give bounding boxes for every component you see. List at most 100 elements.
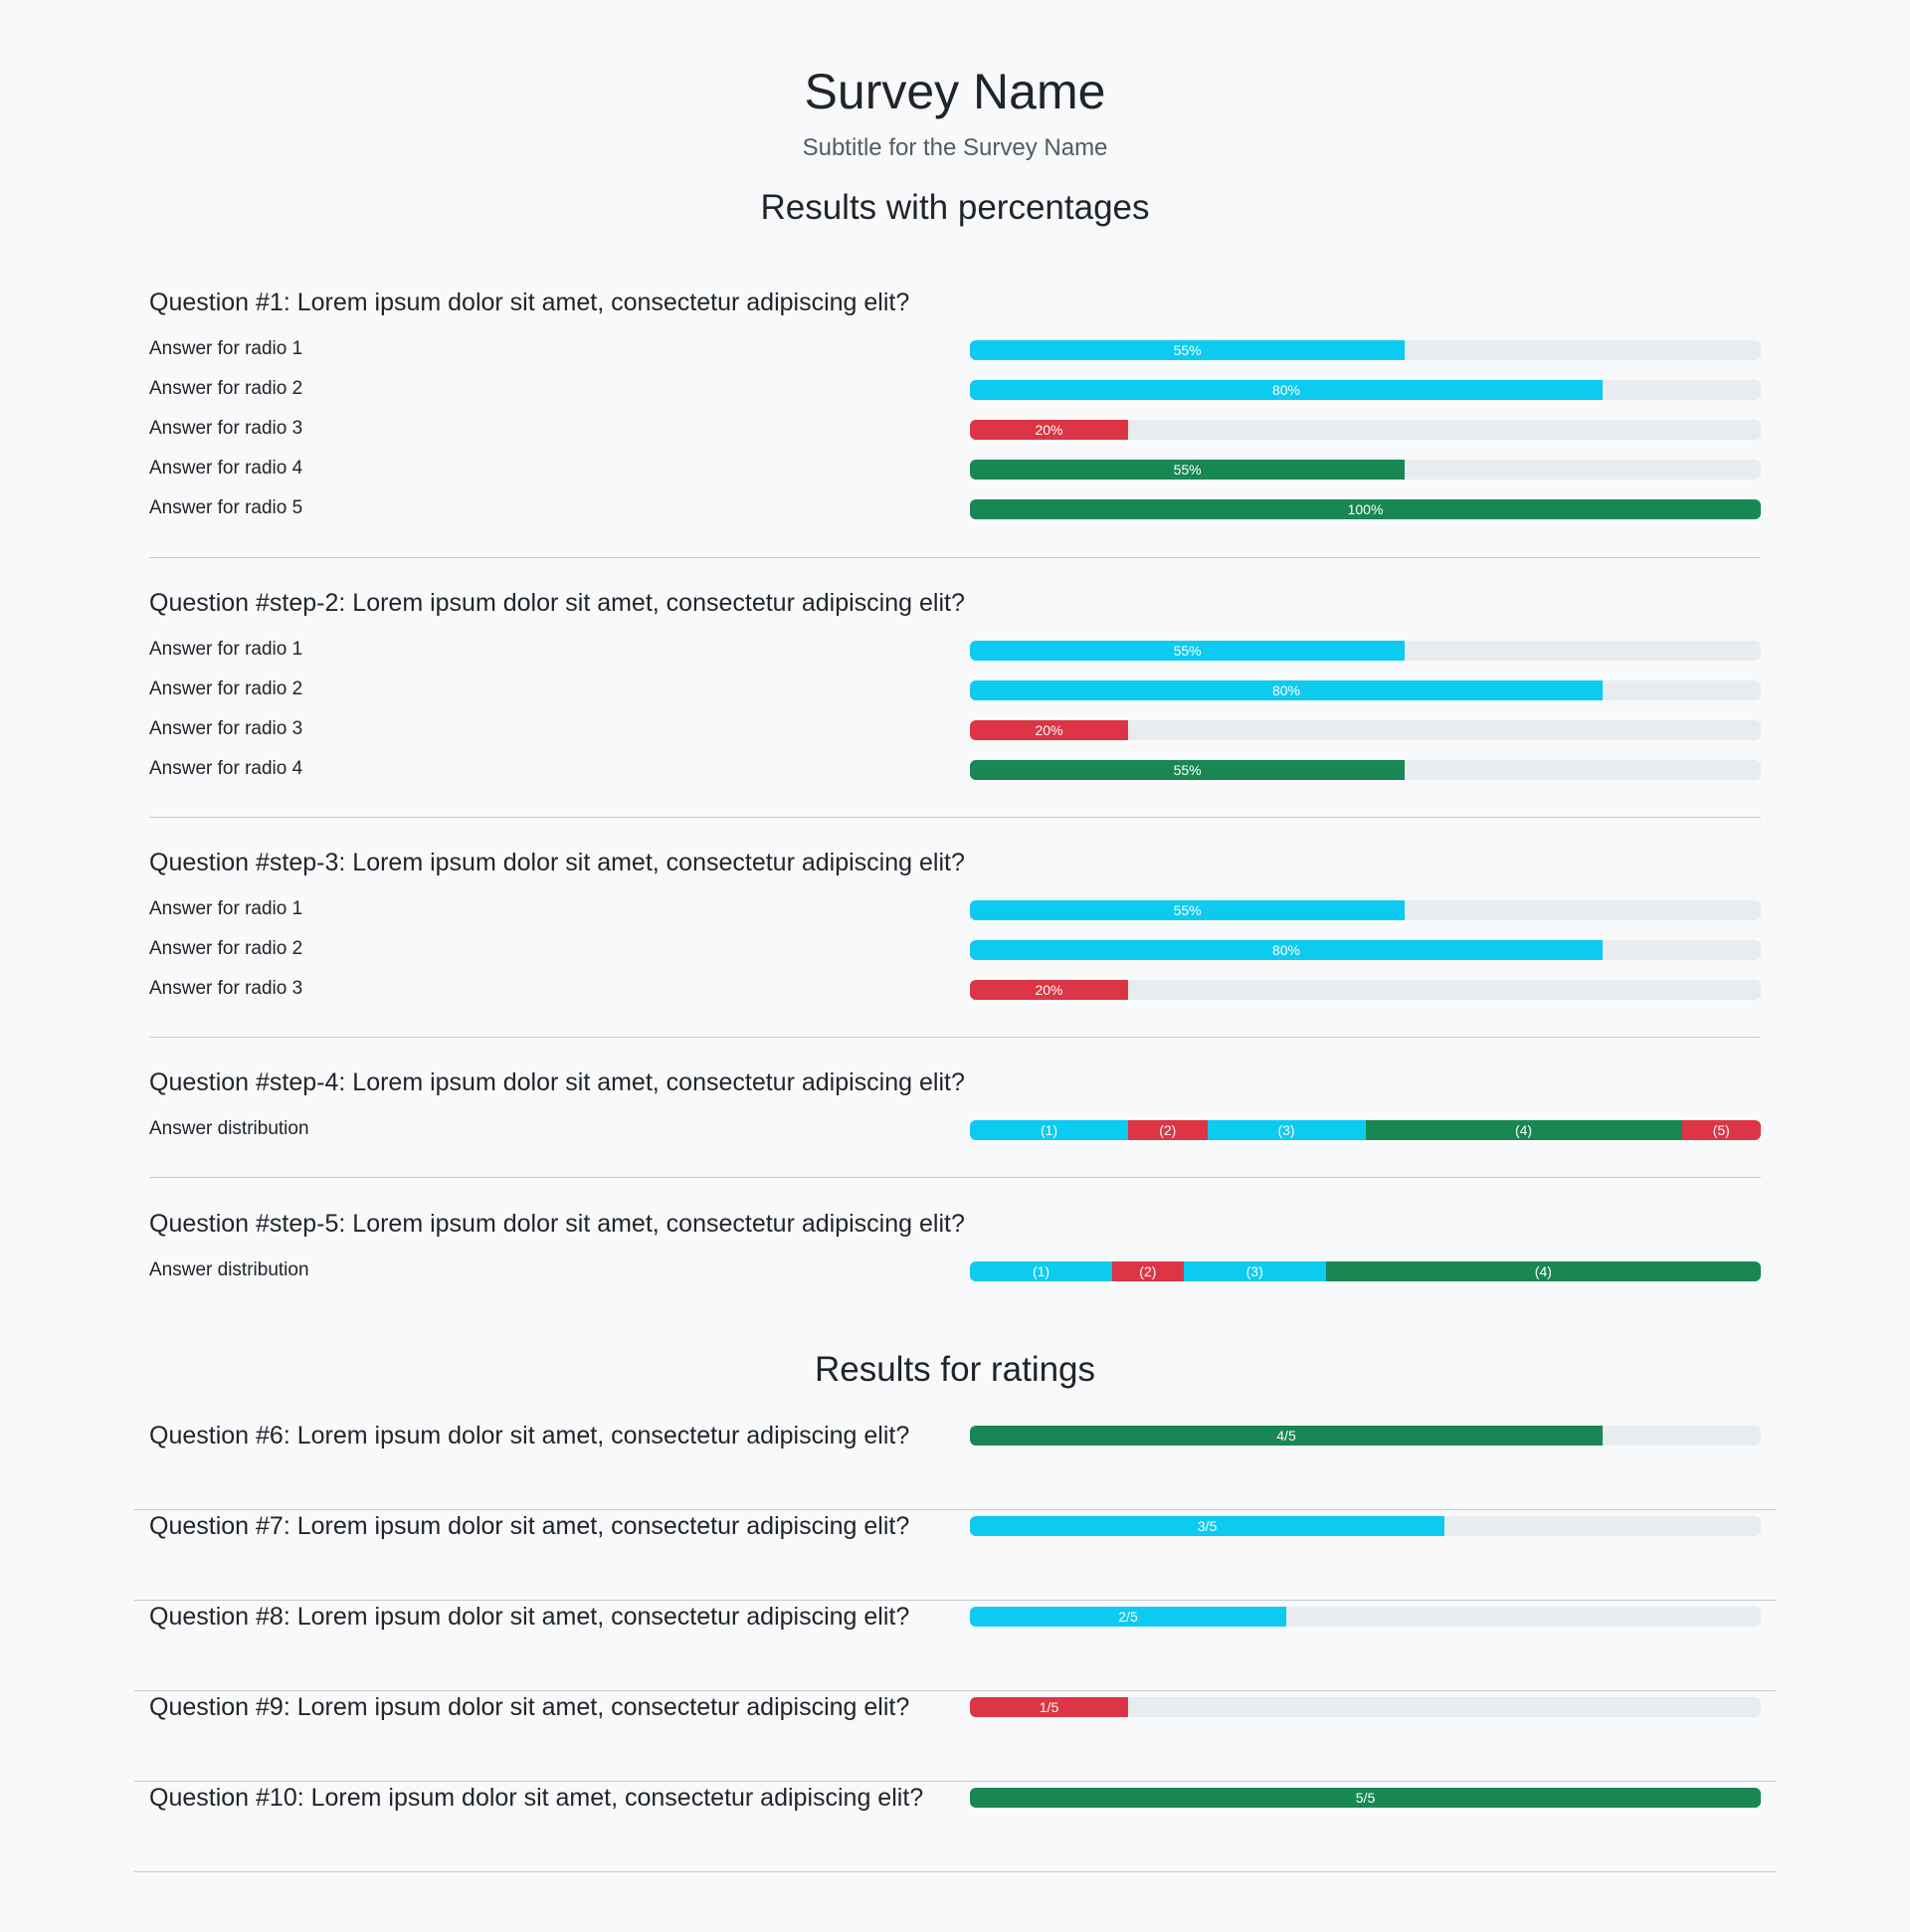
- progress-bar: 55%: [970, 900, 1761, 920]
- progress-fill: 55%: [970, 340, 1406, 360]
- progress-segment: (5): [1681, 1120, 1761, 1140]
- question-title: Question #step-5: Lorem ipsum dolor sit …: [149, 1210, 965, 1238]
- rating-row-9: Question #9: Lorem ipsum dolor sit amet,…: [134, 1691, 1776, 1782]
- progress-segment: (1): [970, 1261, 1113, 1281]
- progress-segment: (3): [1183, 1261, 1326, 1281]
- rating-fill: 5/5: [970, 1788, 1761, 1808]
- divider: [149, 817, 1761, 818]
- progress-bar: 80%: [970, 680, 1761, 700]
- question-title: Question #6: Lorem ipsum dolor sit amet,…: [149, 1422, 910, 1449]
- question-3: Question #step-3: Lorem ipsum dolor sit …: [149, 847, 1761, 1010]
- progress-bar: 20%: [970, 980, 1761, 1000]
- answer-row: Answer for radio 4 55%: [149, 450, 1761, 489]
- progress-bar: 20%: [970, 720, 1761, 740]
- answer-label: Answer distribution: [149, 1118, 309, 1139]
- question-title: Question #10: Lorem ipsum dolor sit amet…: [149, 1784, 924, 1812]
- progress-fill: 80%: [970, 680, 1603, 700]
- answer-label: Answer for radio 1: [149, 898, 303, 919]
- question-title: Question #step-3: Lorem ipsum dolor sit …: [149, 849, 965, 876]
- progress-fill: 20%: [970, 420, 1128, 440]
- answer-label: Answer for radio 3: [149, 718, 303, 739]
- answer-label: Answer for radio 3: [149, 978, 303, 999]
- page-subtitle: Subtitle for the Survey Name: [802, 134, 1108, 161]
- question-title: Question #9: Lorem ipsum dolor sit amet,…: [149, 1693, 910, 1721]
- progress-fill: 80%: [970, 380, 1603, 400]
- answer-row: Answer for radio 1 55%: [149, 631, 1761, 671]
- progress-segment: (4): [1325, 1261, 1761, 1281]
- section-title-ratings: Results for ratings: [814, 1350, 1096, 1389]
- answer-label: Answer for radio 1: [149, 338, 303, 359]
- answer-row: Answer for radio 3 20%: [149, 710, 1761, 750]
- page-title: Survey Name: [804, 64, 1106, 119]
- rating-row-10: Question #10: Lorem ipsum dolor sit amet…: [134, 1782, 1776, 1872]
- progress-segment: (4): [1365, 1120, 1682, 1140]
- progress-fill: 55%: [970, 460, 1406, 480]
- answer-label: Answer for radio 2: [149, 378, 303, 399]
- divider: [149, 557, 1761, 558]
- question-title: Question #7: Lorem ipsum dolor sit amet,…: [149, 1512, 910, 1540]
- question-title: Question #step-4: Lorem ipsum dolor sit …: [149, 1068, 965, 1096]
- rating-fill: 2/5: [970, 1607, 1286, 1627]
- question-5: Question #step-5: Lorem ipsum dolor sit …: [149, 1208, 1761, 1291]
- rating-fill: 4/5: [970, 1426, 1603, 1446]
- answer-row: Answer for radio 3 20%: [149, 970, 1761, 1010]
- progress-fill: 55%: [970, 760, 1406, 780]
- answer-row: Answer for radio 2 80%: [149, 930, 1761, 970]
- progress-segment: (2): [1112, 1261, 1184, 1281]
- rating-bar: 3/5: [970, 1516, 1761, 1536]
- rating-row-7: Question #7: Lorem ipsum dolor sit amet,…: [134, 1510, 1776, 1601]
- rating-fill: 1/5: [970, 1697, 1128, 1717]
- progress-bar: 80%: [970, 940, 1761, 960]
- answer-row: Answer for radio 1 55%: [149, 330, 1761, 370]
- answer-row: Answer for radio 3 20%: [149, 410, 1761, 450]
- answer-label: Answer for radio 2: [149, 678, 303, 699]
- answer-row: Answer for radio 4 55%: [149, 750, 1761, 790]
- question-title: Question #step-2: Lorem ipsum dolor sit …: [149, 589, 965, 617]
- progress-bar: 20%: [970, 420, 1761, 440]
- progress-fill: 80%: [970, 940, 1603, 960]
- answer-row: Answer distribution (1) (2) (3) (4) (5): [149, 1110, 1761, 1150]
- question-2: Question #step-2: Lorem ipsum dolor sit …: [149, 587, 1761, 790]
- answer-label: Answer for radio 5: [149, 497, 303, 518]
- progress-segment: (3): [1207, 1120, 1366, 1140]
- stacked-progress-bar: (1) (2) (3) (4) (5): [970, 1120, 1761, 1140]
- rating-bar: 2/5: [970, 1607, 1761, 1627]
- rating-bar: 5/5: [970, 1788, 1761, 1808]
- divider: [149, 1037, 1761, 1038]
- answer-label: Answer distribution: [149, 1259, 309, 1280]
- progress-fill: 55%: [970, 900, 1406, 920]
- progress-bar: 80%: [970, 380, 1761, 400]
- progress-bar: 100%: [970, 499, 1761, 519]
- question-title: Question #1: Lorem ipsum dolor sit amet,…: [149, 289, 910, 316]
- rating-bar: 1/5: [970, 1697, 1761, 1717]
- divider: [149, 1177, 1761, 1178]
- rating-fill: 3/5: [970, 1516, 1444, 1536]
- progress-bar: 55%: [970, 760, 1761, 780]
- rating-row-6: Question #6: Lorem ipsum dolor sit amet,…: [134, 1420, 1776, 1510]
- progress-bar: 55%: [970, 340, 1761, 360]
- progress-segment: (1): [970, 1120, 1128, 1140]
- stacked-progress-bar: (1) (2) (3) (4): [970, 1261, 1761, 1281]
- progress-fill: 100%: [970, 499, 1761, 519]
- progress-bar: 55%: [970, 460, 1761, 480]
- answer-label: Answer for radio 4: [149, 458, 303, 479]
- section-title-percentages: Results with percentages: [760, 188, 1150, 227]
- progress-fill: 20%: [970, 980, 1128, 1000]
- progress-fill: 55%: [970, 641, 1406, 661]
- progress-bar: 55%: [970, 641, 1761, 661]
- answer-label: Answer for radio 3: [149, 418, 303, 439]
- progress-segment: (2): [1128, 1120, 1208, 1140]
- rating-bar: 4/5: [970, 1426, 1761, 1446]
- rating-row-8: Question #8: Lorem ipsum dolor sit amet,…: [134, 1601, 1776, 1691]
- answer-row: Answer for radio 2 80%: [149, 671, 1761, 710]
- question-1: Question #1: Lorem ipsum dolor sit amet,…: [149, 287, 1761, 529]
- question-4: Question #step-4: Lorem ipsum dolor sit …: [149, 1066, 1761, 1150]
- answer-row: Answer for radio 5 100%: [149, 489, 1761, 529]
- answer-row: Answer for radio 2 80%: [149, 370, 1761, 410]
- answer-row: Answer distribution (1) (2) (3) (4): [149, 1252, 1761, 1291]
- answer-label: Answer for radio 2: [149, 938, 303, 959]
- question-title: Question #8: Lorem ipsum dolor sit amet,…: [149, 1603, 910, 1631]
- answer-row: Answer for radio 1 55%: [149, 890, 1761, 930]
- answer-label: Answer for radio 1: [149, 639, 303, 660]
- progress-fill: 20%: [970, 720, 1128, 740]
